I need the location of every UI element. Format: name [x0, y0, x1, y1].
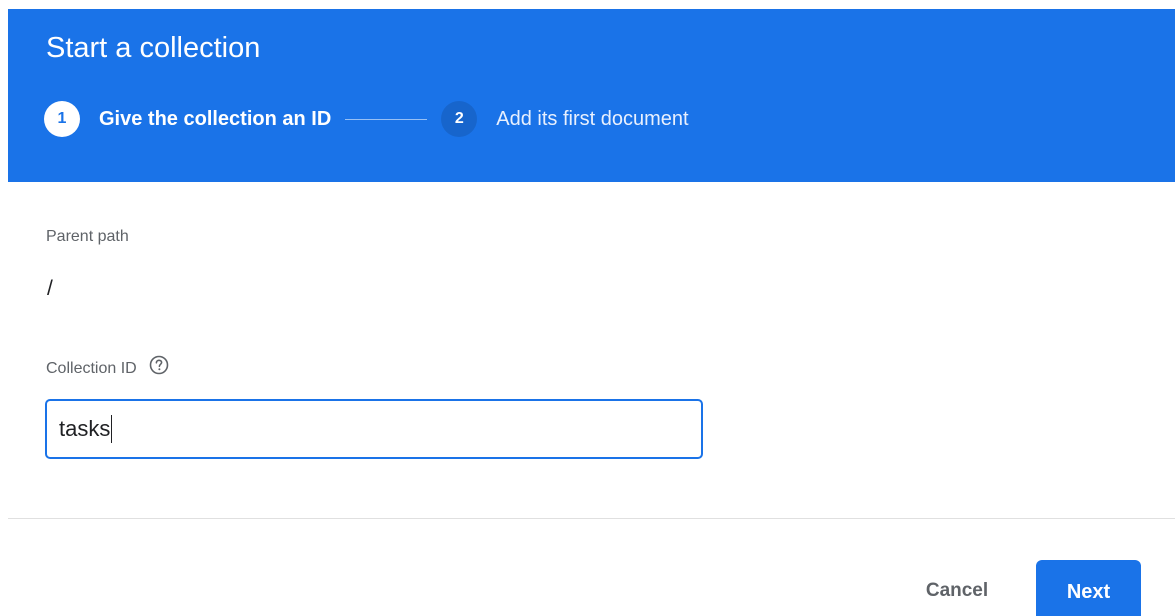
- start-collection-dialog: Start a collection 1 Give the collection…: [0, 0, 1175, 616]
- step-2: 2 Add its first document: [441, 101, 689, 137]
- dialog-title: Start a collection: [46, 32, 261, 64]
- parent-path-value: /: [47, 277, 53, 300]
- step-1-number: 1: [44, 101, 80, 137]
- step-1: 1 Give the collection an ID: [44, 101, 331, 137]
- footer-divider: [8, 518, 1175, 519]
- collection-id-input-value[interactable]: tasks: [59, 416, 110, 442]
- collection-id-label-row: Collection ID: [46, 355, 169, 381]
- help-circle-icon[interactable]: [149, 355, 169, 381]
- step-1-label: Give the collection an ID: [99, 108, 332, 130]
- next-button[interactable]: Next: [1036, 560, 1141, 616]
- text-caret: [111, 415, 113, 443]
- step-connector: [345, 118, 428, 120]
- step-2-number: 2: [441, 101, 478, 137]
- parent-path-label: Parent path: [46, 228, 129, 245]
- stepper: 1 Give the collection an ID 2 Add its fi…: [44, 100, 689, 138]
- step-2-label: Add its first document: [496, 108, 689, 130]
- collection-id-input[interactable]: tasks: [45, 399, 703, 459]
- collection-id-label: Collection ID: [46, 360, 137, 378]
- dialog-header: Start a collection 1 Give the collection…: [8, 9, 1175, 182]
- cancel-button[interactable]: Cancel: [902, 570, 1012, 612]
